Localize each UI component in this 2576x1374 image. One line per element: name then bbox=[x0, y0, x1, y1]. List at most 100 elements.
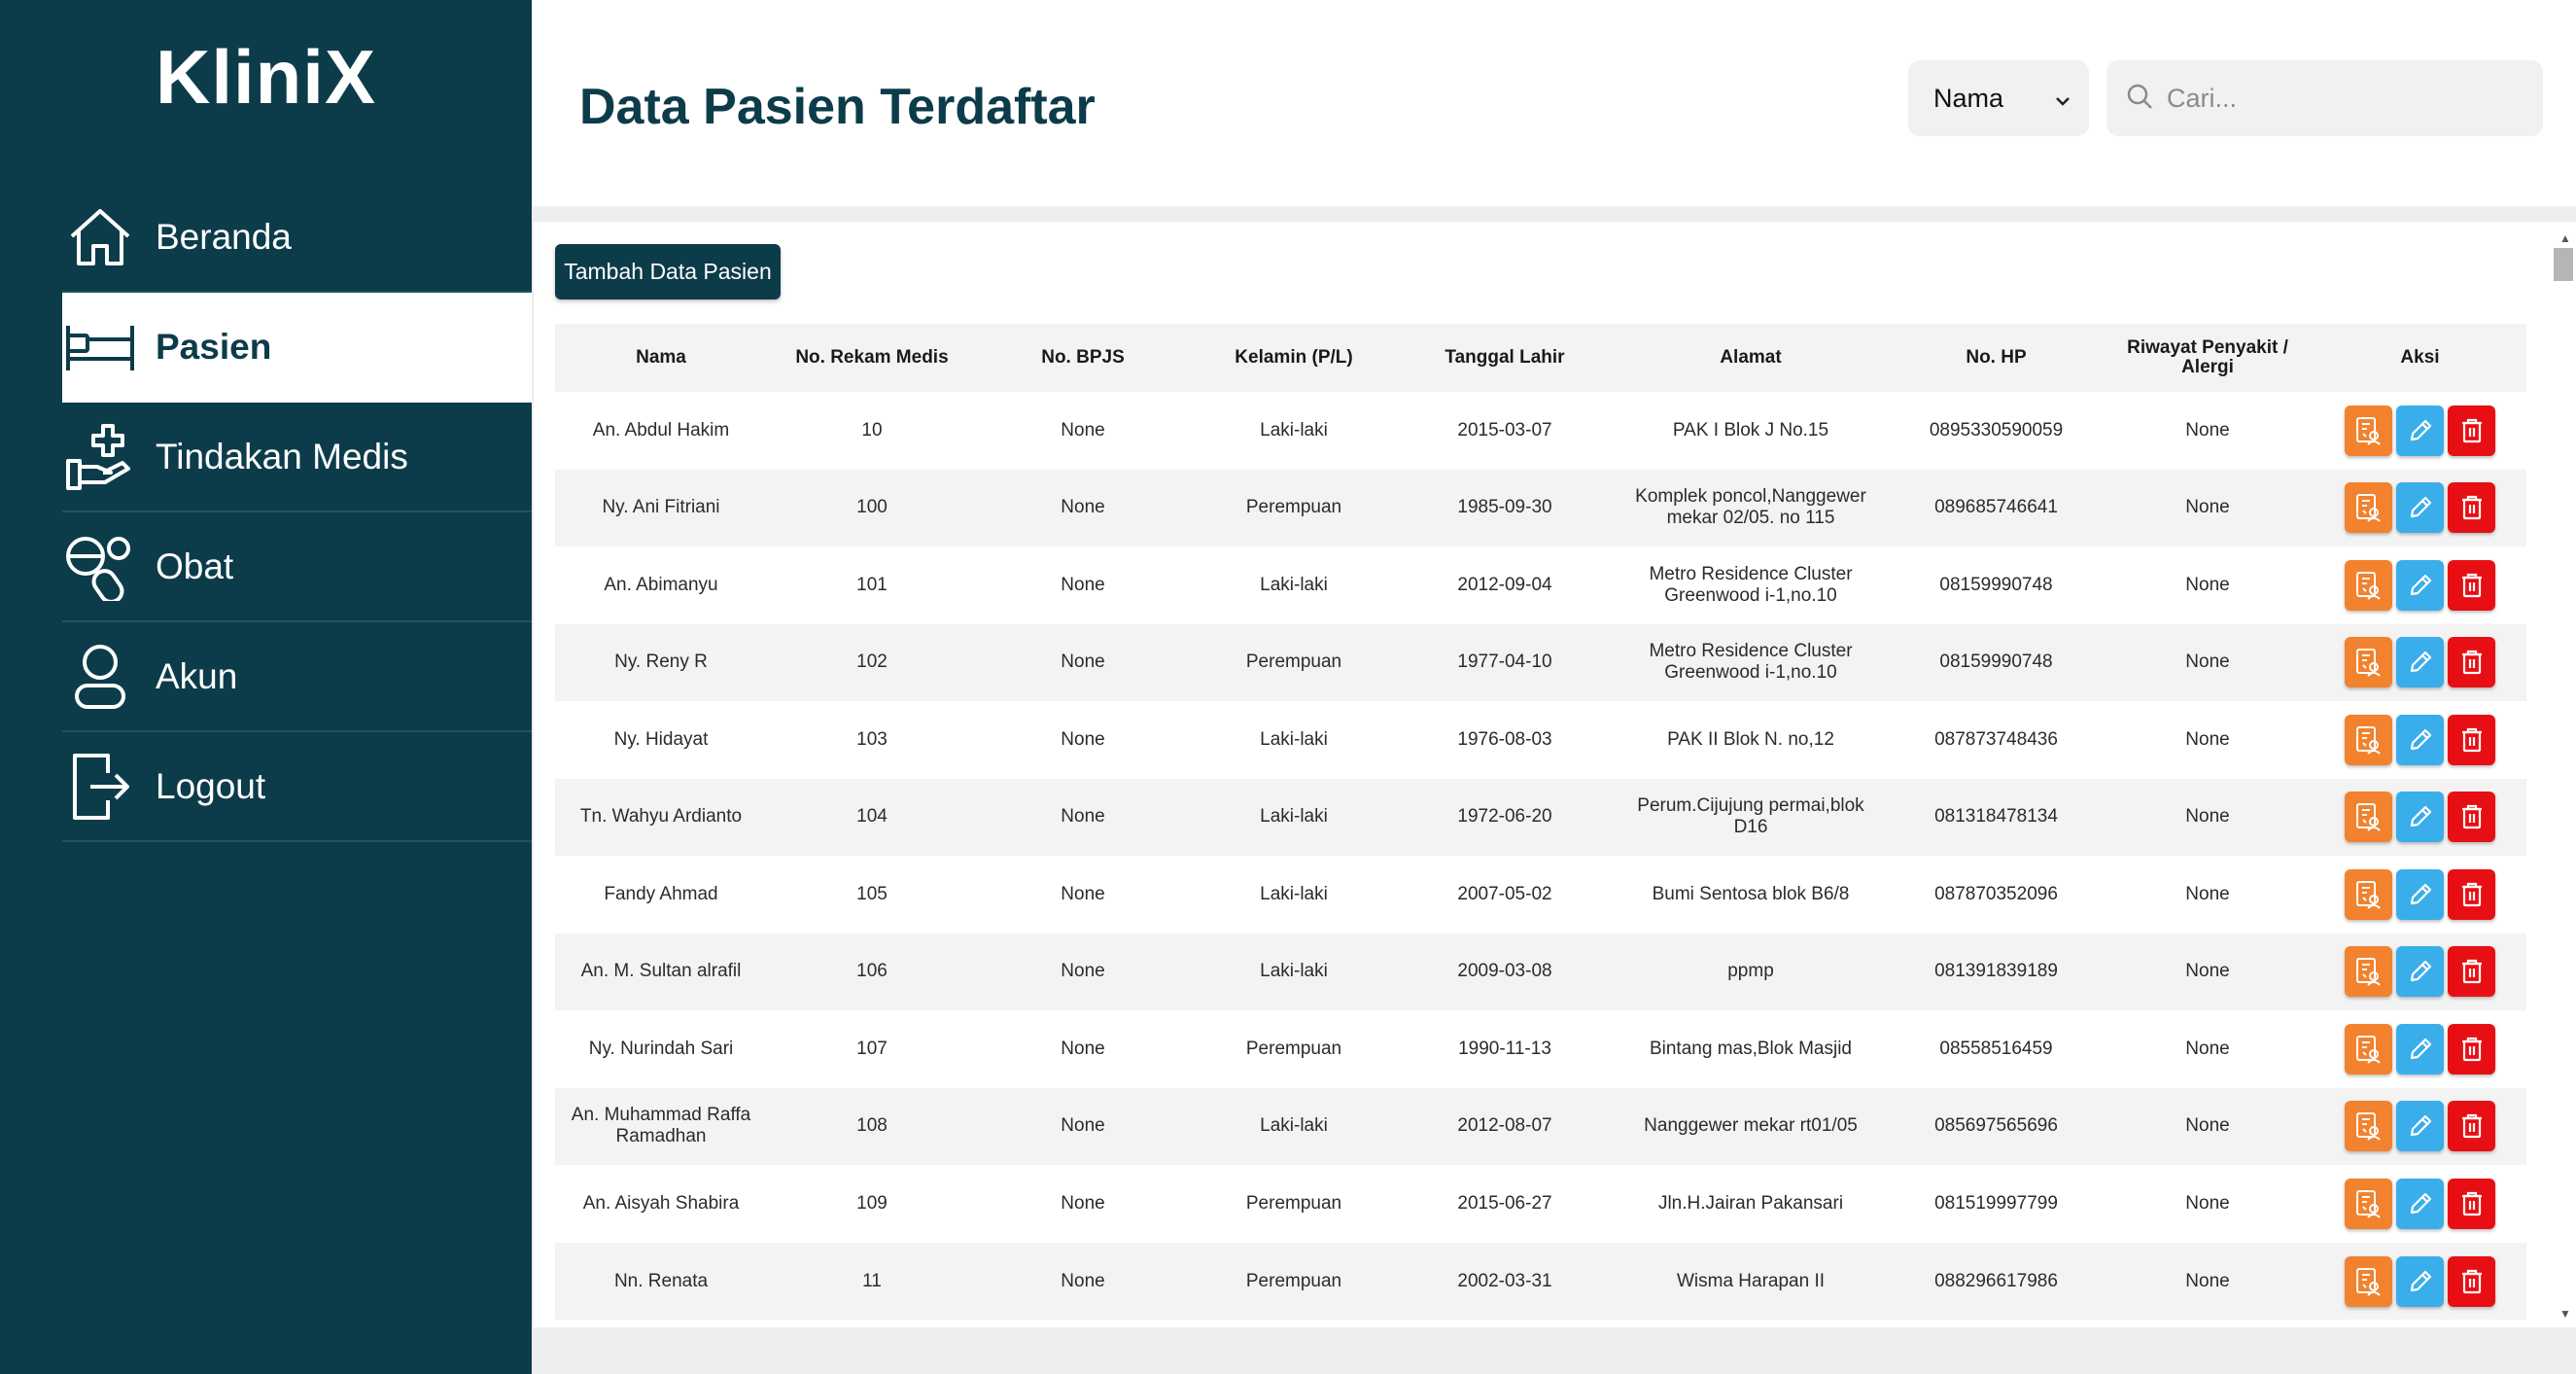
row-actions bbox=[2323, 1101, 2517, 1152]
column-header-kelamin[interactable]: Kelamin (P/L) bbox=[1189, 324, 1399, 392]
sidebar-item-pasien[interactable]: Pasien bbox=[62, 293, 532, 403]
cell-kelamin: Laki-laki bbox=[1189, 546, 1399, 624]
sidebar-item-logout[interactable]: Logout bbox=[62, 732, 532, 842]
sidebar-item-label: Obat bbox=[156, 546, 234, 586]
medical-record-button[interactable] bbox=[2345, 1101, 2392, 1152]
scroll-down-arrow-icon[interactable]: ▼ bbox=[2559, 1307, 2571, 1321]
edit-button[interactable] bbox=[2396, 637, 2444, 688]
content-panel: Tambah Data Pasien Nama No. Rekam Medis … bbox=[534, 222, 2552, 1327]
column-header-no-hp[interactable]: No. HP bbox=[1891, 324, 2102, 392]
edit-button[interactable] bbox=[2396, 1255, 2444, 1307]
delete-button[interactable] bbox=[2448, 1255, 2495, 1307]
patient-table: Nama No. Rekam Medis No. BPJS Kelamin (P… bbox=[555, 324, 2526, 1320]
pills-icon bbox=[64, 531, 136, 603]
cell-aksi bbox=[2314, 546, 2526, 624]
delete-button[interactable] bbox=[2448, 1101, 2495, 1152]
cell-riwayat: None bbox=[2102, 623, 2314, 701]
edit-button[interactable] bbox=[2396, 1101, 2444, 1152]
edit-button[interactable] bbox=[2396, 714, 2444, 765]
column-header-no-bpjs[interactable]: No. BPJS bbox=[977, 324, 1189, 392]
delete-button[interactable] bbox=[2448, 868, 2495, 920]
column-header-tanggal-lahir[interactable]: Tanggal Lahir bbox=[1399, 324, 1611, 392]
table-body: An. Abdul Hakim 10 None Laki-laki 2015-03-07… bbox=[555, 391, 2526, 1320]
edit-button[interactable] bbox=[2396, 946, 2444, 998]
column-header-no-rekam-medis[interactable]: No. Rekam Medis bbox=[767, 324, 977, 392]
search-box bbox=[2106, 60, 2543, 136]
delete-button[interactable] bbox=[2448, 714, 2495, 765]
medical-record-button[interactable] bbox=[2345, 714, 2392, 765]
add-patient-button[interactable]: Tambah Data Pasien bbox=[555, 244, 781, 299]
cell-no-rekam-medis: 103 bbox=[767, 700, 977, 779]
cell-alamat: Jln.H.Jairan Pakansari bbox=[1611, 1164, 1891, 1243]
edit-button[interactable] bbox=[2396, 482, 2444, 534]
medical-record-button[interactable] bbox=[2345, 1255, 2392, 1307]
search-input[interactable] bbox=[2167, 83, 2517, 114]
cell-no-hp: 081318478134 bbox=[1891, 778, 2102, 856]
medical-record-button[interactable] bbox=[2345, 1178, 2392, 1229]
cell-nama: An. M. Sultan alrafil bbox=[555, 933, 767, 1010]
sidebar-item-tindakan-medis[interactable]: Tindakan Medis bbox=[62, 403, 532, 512]
edit-button[interactable] bbox=[2396, 868, 2444, 920]
medical-record-button[interactable] bbox=[2345, 946, 2392, 998]
delete-button[interactable] bbox=[2448, 405, 2495, 456]
medical-record-button[interactable] bbox=[2345, 868, 2392, 920]
cell-no-bpjs: None bbox=[977, 1164, 1189, 1243]
medical-record-icon bbox=[2354, 1188, 2384, 1219]
sidebar-item-beranda[interactable]: Beranda bbox=[62, 183, 532, 293]
edit-button[interactable] bbox=[2396, 405, 2444, 456]
delete-button[interactable] bbox=[2448, 559, 2495, 611]
cell-riwayat: None bbox=[2102, 1242, 2314, 1320]
trash-icon bbox=[2460, 881, 2484, 908]
row-actions bbox=[2323, 482, 2517, 534]
cell-no-rekam-medis: 101 bbox=[767, 546, 977, 624]
edit-button[interactable] bbox=[2396, 1023, 2444, 1075]
cell-tanggal-lahir: 2015-06-27 bbox=[1399, 1164, 1611, 1243]
delete-button[interactable] bbox=[2448, 1023, 2495, 1075]
search-field-select[interactable]: Nama bbox=[1908, 60, 2089, 136]
sidebar-item-akun[interactable]: Akun bbox=[62, 622, 532, 732]
sidebar-item-obat[interactable]: Obat bbox=[62, 512, 532, 622]
cell-kelamin: Laki-laki bbox=[1189, 855, 1399, 934]
cell-aksi bbox=[2314, 855, 2526, 934]
trash-icon bbox=[2460, 803, 2484, 830]
cell-no-rekam-medis: 105 bbox=[767, 855, 977, 934]
medical-record-button[interactable] bbox=[2345, 637, 2392, 688]
cell-tanggal-lahir: 2012-09-04 bbox=[1399, 546, 1611, 624]
delete-button[interactable] bbox=[2448, 792, 2495, 843]
vertical-scrollbar[interactable] bbox=[2551, 222, 2576, 1327]
column-header-riwayat[interactable]: Riwayat Penyakit / Alergi bbox=[2102, 324, 2314, 392]
delete-button[interactable] bbox=[2448, 946, 2495, 998]
row-actions bbox=[2323, 1023, 2517, 1075]
delete-button[interactable] bbox=[2448, 482, 2495, 534]
table-row: Ny. Hidayat 103 None Laki-laki 1976-08-03 PAK… bbox=[555, 700, 2526, 779]
scroll-up-arrow-icon[interactable]: ▲ bbox=[2559, 231, 2571, 245]
delete-button[interactable] bbox=[2448, 637, 2495, 688]
trash-icon bbox=[2460, 417, 2484, 444]
cell-tanggal-lahir: 1985-09-30 bbox=[1399, 469, 1611, 546]
column-header-nama[interactable]: Nama bbox=[555, 324, 767, 392]
edit-button[interactable] bbox=[2396, 559, 2444, 611]
row-actions bbox=[2323, 946, 2517, 998]
cell-riwayat: None bbox=[2102, 1009, 2314, 1088]
hand-medical-icon bbox=[64, 421, 136, 493]
cell-kelamin: Perempuan bbox=[1189, 1164, 1399, 1243]
cell-riwayat: None bbox=[2102, 1164, 2314, 1243]
cell-no-bpjs: None bbox=[977, 1087, 1189, 1165]
cell-nama: Nn. Renata bbox=[555, 1242, 767, 1320]
medical-record-button[interactable] bbox=[2345, 405, 2392, 456]
scrollbar-thumb[interactable] bbox=[2554, 248, 2573, 281]
user-icon bbox=[64, 641, 136, 713]
cell-nama: Tn. Wahyu Ardianto bbox=[555, 778, 767, 856]
medical-record-icon bbox=[2354, 570, 2384, 601]
medical-record-icon bbox=[2354, 1110, 2384, 1142]
medical-record-icon bbox=[2354, 1034, 2384, 1065]
column-header-alamat[interactable]: Alamat bbox=[1611, 324, 1891, 392]
edit-button[interactable] bbox=[2396, 1178, 2444, 1229]
medical-record-button[interactable] bbox=[2345, 482, 2392, 534]
medical-record-button[interactable] bbox=[2345, 1023, 2392, 1075]
sidebar-item-label: Pasien bbox=[156, 326, 272, 367]
edit-button[interactable] bbox=[2396, 792, 2444, 843]
medical-record-button[interactable] bbox=[2345, 559, 2392, 611]
medical-record-button[interactable] bbox=[2345, 792, 2392, 843]
delete-button[interactable] bbox=[2448, 1178, 2495, 1229]
